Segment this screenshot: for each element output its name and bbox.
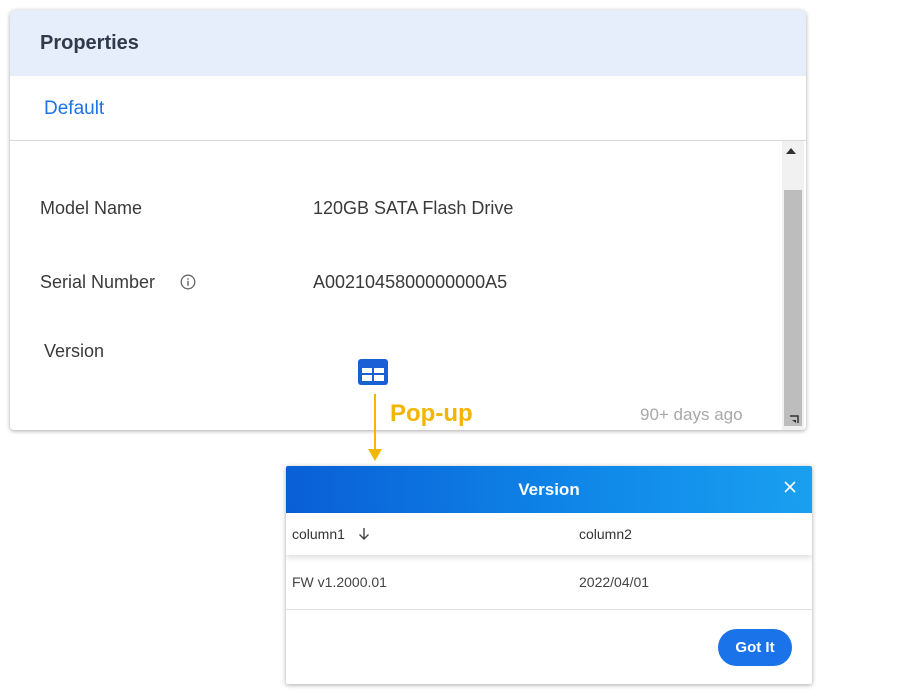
got-it-button[interactable]: Got It xyxy=(718,629,792,666)
info-icon[interactable] xyxy=(180,274,196,290)
version-label: Version xyxy=(44,341,105,361)
column2-header[interactable]: column2 xyxy=(579,526,632,542)
version-dialog: Version column1 column2 FW v1.2000.01 20… xyxy=(286,466,812,684)
model-name-value: 120GB SATA Flash Drive xyxy=(313,198,514,218)
table-header-row: column1 column2 xyxy=(286,513,812,555)
tab-bar: Default xyxy=(10,76,806,141)
resize-grip-icon[interactable] xyxy=(788,412,800,424)
dialog-header: Version xyxy=(286,466,812,513)
model-name-label: Model Name xyxy=(40,198,143,218)
scrollbar-thumb[interactable] xyxy=(784,190,802,426)
popup-arrow-head xyxy=(368,449,382,461)
close-icon[interactable] xyxy=(782,479,798,495)
popup-annotation-label: Pop-up xyxy=(390,400,473,427)
table-cell-date: 2022/04/01 xyxy=(579,574,650,590)
popup-arrow-line xyxy=(374,394,376,449)
table-cell-firmware: FW v1.2000.01 xyxy=(292,574,387,590)
updated-timestamp: 90+ days ago xyxy=(640,405,743,424)
properties-title: Properties xyxy=(40,32,139,54)
dialog-title: Version xyxy=(518,480,580,499)
properties-header: Properties xyxy=(10,10,806,76)
scroll-up-arrow[interactable] xyxy=(786,148,796,154)
tab-default[interactable]: Default xyxy=(44,98,104,120)
sort-down-arrow-icon[interactable] xyxy=(358,527,370,541)
serial-number-label: Serial Number xyxy=(40,272,156,292)
row-divider xyxy=(286,609,812,610)
column1-header[interactable]: column1 xyxy=(292,526,345,542)
table-icon[interactable] xyxy=(358,359,388,385)
serial-number-value: A0021045800000000A5 xyxy=(313,272,508,292)
properties-panel: Properties Default Model Name 120GB SATA… xyxy=(10,10,806,430)
